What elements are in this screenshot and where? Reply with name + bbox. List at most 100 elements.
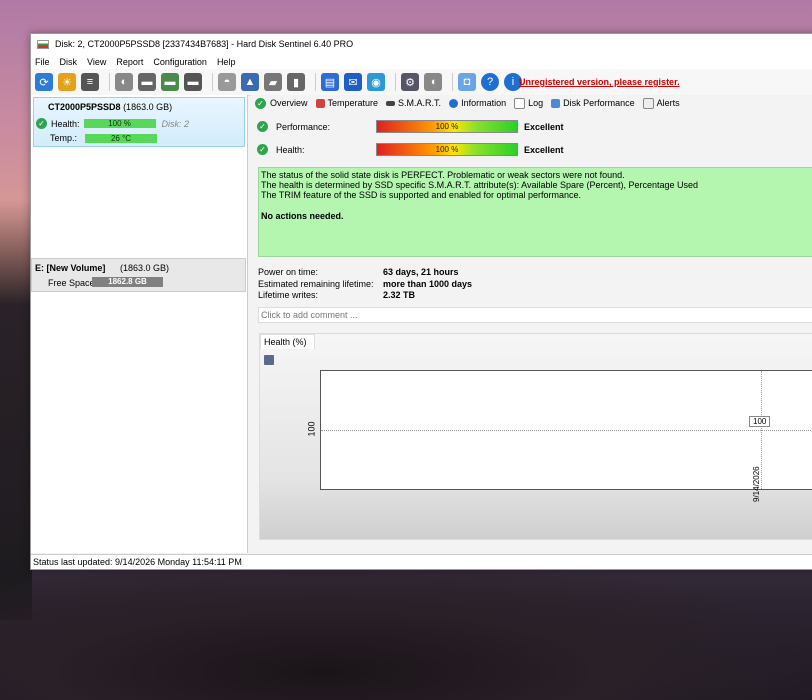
toolbar-separator — [315, 73, 316, 91]
refresh-icon[interactable]: ⟳ — [35, 73, 53, 91]
comment-input[interactable]: Click to add comment ... — [258, 307, 812, 323]
health-label: Health: — [51, 118, 80, 129]
camera-icon[interactable]: ◘ — [458, 73, 476, 91]
status-message-box: The status of the solid state disk is PE… — [258, 167, 812, 257]
health-ok-icon: ✓ — [36, 118, 47, 129]
tab-overview[interactable]: ✓ Overview — [255, 97, 308, 109]
help-icon[interactable]: ? — [481, 73, 499, 91]
disk-name: CT2000P5PSSD8 (1863.0 GB) — [48, 102, 173, 112]
disk-ok-icon[interactable]: ▬ — [161, 73, 179, 91]
performance-bar: 100 % — [376, 120, 518, 133]
toolbar-separator — [109, 73, 110, 91]
temp-label: Temp.: — [50, 133, 78, 143]
hdd-icon[interactable]: ◓ — [218, 73, 236, 91]
title-bar: Disk: 2, CT2000P5PSSD8 [2337434B7683] - … — [31, 34, 812, 54]
tab-alerts[interactable]: Alerts — [642, 97, 680, 109]
performance-row: ✓ Performance: 100 % Excellent — [257, 120, 564, 133]
disk-number: Disk: 2 — [161, 118, 190, 129]
free-space-label: Free Space — [48, 278, 95, 288]
toolbar: ⟳ ☀ ≡ ◐ ▬ ▬ ▬ ◓ ▲ ▰ ▮ ▤ ✉ ◉ ⚙ ◖ ◘ ? i Un… — [31, 69, 812, 96]
volume-name: E: [New Volume] — [35, 263, 106, 273]
volume-size: (1863.0 GB) — [120, 263, 170, 273]
status-action: No actions needed. — [261, 211, 344, 221]
chart-plot-area — [320, 370, 812, 490]
chart-gridline-horizontal — [321, 430, 812, 431]
tab-bar: ✓ Overview Temperature S.M.A.R.T. Inform… — [251, 95, 812, 111]
toolbar-separator — [212, 73, 213, 91]
disk-info-list: Power on time: 63 days, 21 hours Estimate… — [258, 267, 472, 302]
volume-list-item[interactable]: E: [New Volume] (1863.0 GB) Free Space 1… — [31, 258, 246, 292]
health-bar: 100 % — [83, 119, 156, 128]
menu-help[interactable]: Help — [217, 57, 236, 67]
disk-list-item[interactable]: CT2000P5PSSD8 (1863.0 GB) ✓ Health: 100 … — [33, 97, 245, 147]
tab-log[interactable]: Log — [514, 97, 543, 109]
performance-icon — [551, 98, 561, 108]
chart-tab-health[interactable]: Health (%) — [260, 334, 315, 349]
performance-ok-icon: ✓ — [257, 121, 268, 132]
menu-bar: File Disk View Report Configuration Help — [31, 54, 812, 69]
alerts-icon — [642, 97, 654, 109]
thermometer-icon — [315, 98, 325, 108]
log-icon — [514, 97, 526, 109]
save-icon[interactable] — [264, 355, 274, 365]
health-overview-bar: 100 % — [376, 143, 518, 156]
info-row: Lifetime writes: 2.32 TB — [258, 290, 416, 300]
status-bar: Status last updated: 9/14/2026 Monday 11… — [31, 554, 812, 569]
report-icon[interactable]: ▤ — [321, 73, 339, 91]
drive-icon[interactable]: ▮ — [287, 73, 305, 91]
menu-disk[interactable]: Disk — [60, 57, 78, 67]
email-icon[interactable]: ✉ — [344, 73, 362, 91]
app-window: Disk: 2, CT2000P5PSSD8 [2337434B7683] - … — [30, 33, 812, 570]
menu-view[interactable]: View — [87, 57, 106, 67]
app-flag-icon — [37, 39, 49, 49]
smart-icon — [386, 100, 396, 106]
status-line: The status of the solid state disk is PE… — [261, 170, 625, 180]
usb-icon[interactable]: ▰ — [264, 73, 282, 91]
menu-file[interactable]: File — [35, 57, 50, 67]
tab-temperature[interactable]: Temperature — [315, 98, 378, 108]
disk-size: (1863.0 GB) — [123, 102, 173, 112]
chart-gridline-vertical — [761, 371, 762, 489]
disk-search-icon[interactable]: ▬ — [184, 73, 202, 91]
info-row: Power on time: 63 days, 21 hours — [258, 267, 459, 277]
information-icon — [449, 98, 459, 108]
disk-surface-test-icon[interactable]: ◐ — [115, 73, 133, 91]
tab-information[interactable]: Information — [449, 98, 506, 108]
chart-x-tick-label: 9/14/2026 — [752, 466, 761, 502]
health-rating: Excellent — [524, 144, 564, 155]
free-space-bar: 1862.8 GB — [92, 277, 163, 287]
toolbar-separator — [452, 73, 453, 91]
health-overview-label: Health: — [276, 144, 305, 155]
disk-health-row: ✓ Health: 100 % Disk: 2 — [36, 118, 189, 129]
temperature-tool-icon[interactable]: ☀ — [58, 73, 76, 91]
detail-panel: ✓ Overview Temperature S.M.A.R.T. Inform… — [251, 95, 812, 553]
background-rock — [0, 560, 812, 700]
health-chart-panel: Health (%) 100 100 9/14/2026 — [259, 333, 812, 540]
window-title: Disk: 2, CT2000P5PSSD8 [2337434B7683] - … — [55, 39, 354, 49]
menu-configuration[interactable]: Configuration — [153, 57, 207, 67]
settings-gear-icon[interactable]: ⚙ — [401, 73, 419, 91]
tab-disk-performance[interactable]: Disk Performance — [551, 98, 635, 108]
health-row: ✓ Health: 100 % Excellent — [257, 143, 564, 156]
performance-label: Performance: — [276, 121, 331, 132]
network-icon[interactable]: ◉ — [367, 73, 385, 91]
status-line: The TRIM feature of the SSD is supported… — [261, 190, 582, 200]
disk-list-panel: CT2000P5PSSD8 (1863.0 GB) ✓ Health: 100 … — [31, 95, 248, 553]
tab-smart[interactable]: S.M.A.R.T. — [386, 98, 441, 108]
toolbar-separator — [395, 73, 396, 91]
disk-test-icon[interactable]: ▬ — [138, 73, 156, 91]
sound-icon[interactable]: ◖ — [424, 73, 442, 91]
info-row: Estimated remaining lifetime: more than 1… — [258, 278, 473, 289]
temp-bar: 26 °C — [85, 133, 158, 143]
performance-rating: Excellent — [524, 121, 564, 132]
chart-data-label: 100 — [749, 416, 771, 427]
chart-y-label: 100 — [306, 421, 317, 437]
eject-icon[interactable]: ▲ — [241, 73, 259, 91]
menu-report[interactable]: Report — [116, 57, 143, 67]
unregistered-link[interactable]: Unregistered version, please register. — [519, 77, 680, 87]
disk-list-icon[interactable]: ≡ — [81, 73, 99, 91]
health-overview-ok-icon: ✓ — [257, 144, 268, 155]
overview-check-icon: ✓ — [255, 97, 266, 109]
disk-temp-row: Temp.: 26 °C — [50, 133, 158, 143]
status-line: The health is determined by SSD specific… — [261, 180, 699, 190]
